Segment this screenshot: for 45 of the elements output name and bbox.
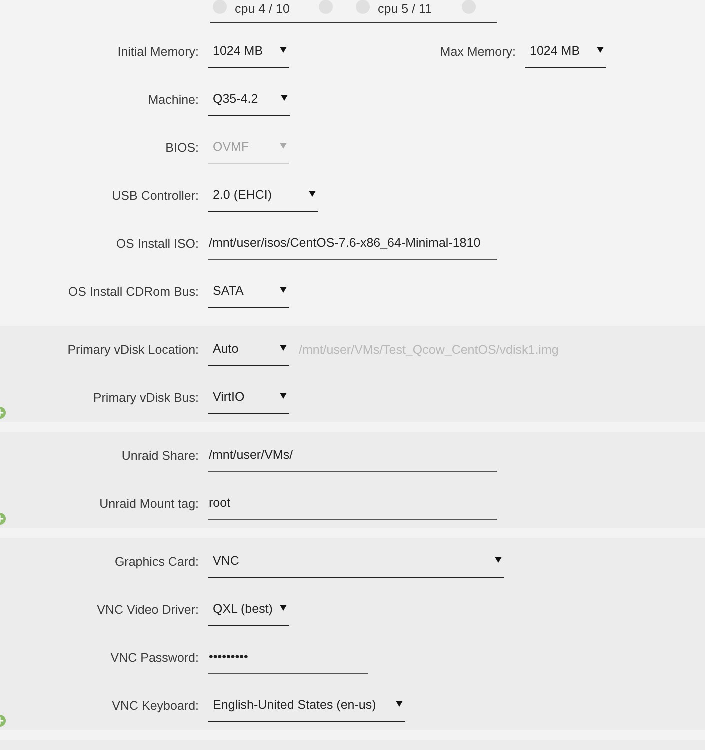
caret-icon [495,556,502,562]
field-label: VNC Video Driver: [97,602,199,619]
field-label: Unraid Mount tag: [100,496,199,513]
dropdown[interactable]: Q35-4.2 [208,84,290,116]
dropdown[interactable]: 1024 MB [525,36,606,68]
field-label: Primary vDisk Location: [68,342,199,359]
caret-icon [280,286,287,292]
field-label: Unraid Share: [122,448,199,465]
dropdown[interactable]: VNC [208,546,504,578]
caret-icon [280,392,287,398]
field-label: VNC Keyboard: [112,698,199,715]
caret-icon [309,190,316,196]
field-label: BIOS: [166,140,199,157]
field-label: VNC Password: [110,650,199,667]
text-field[interactable]: /mnt/user/isos/CentOS-7.6-x86_64-Minimal-1810 [208,228,497,260]
caret-icon [280,142,287,148]
caret-icon [597,46,604,52]
field-label: Initial Memory: [118,44,199,61]
plus-icon[interactable] [0,513,6,525]
field-label: Machine: [148,92,199,109]
dropdown[interactable]: SATA [208,276,289,308]
cpu-label: cpu 4 / 10 [235,2,290,16]
field-label: Primary vDisk Bus: [93,390,199,407]
caret-icon [280,604,287,610]
dropdown[interactable]: Auto [208,334,289,366]
caret-icon [281,94,288,100]
plus-icon[interactable] [0,407,6,419]
plus-icon[interactable] [0,715,6,727]
dropdown[interactable]: VirtIO [208,382,289,414]
field-label: Max Memory: [440,44,516,61]
caret-icon [280,344,287,350]
caret-icon [280,46,287,52]
cpu-label: cpu 5 / 11 [378,2,432,16]
caret-icon [396,700,403,706]
field-label: USB Controller: [112,188,199,205]
field-label: OS Install ISO: [116,236,199,253]
dropdown[interactable]: 1024 MB [208,36,289,68]
dropdown[interactable]: QXL (best) [208,594,289,626]
field-label: OS Install CDRom Bus: [68,284,199,301]
dropdown[interactable]: English-United States (en-us) [208,690,405,722]
dropdown[interactable]: 2.0 (EHCI) [208,180,318,212]
text-field[interactable]: /mnt/user/VMs/ [208,440,497,472]
password-field[interactable]: ••••••••• [208,642,368,674]
text-field[interactable]: root [208,488,497,520]
field-label: Graphics Card: [114,554,199,571]
